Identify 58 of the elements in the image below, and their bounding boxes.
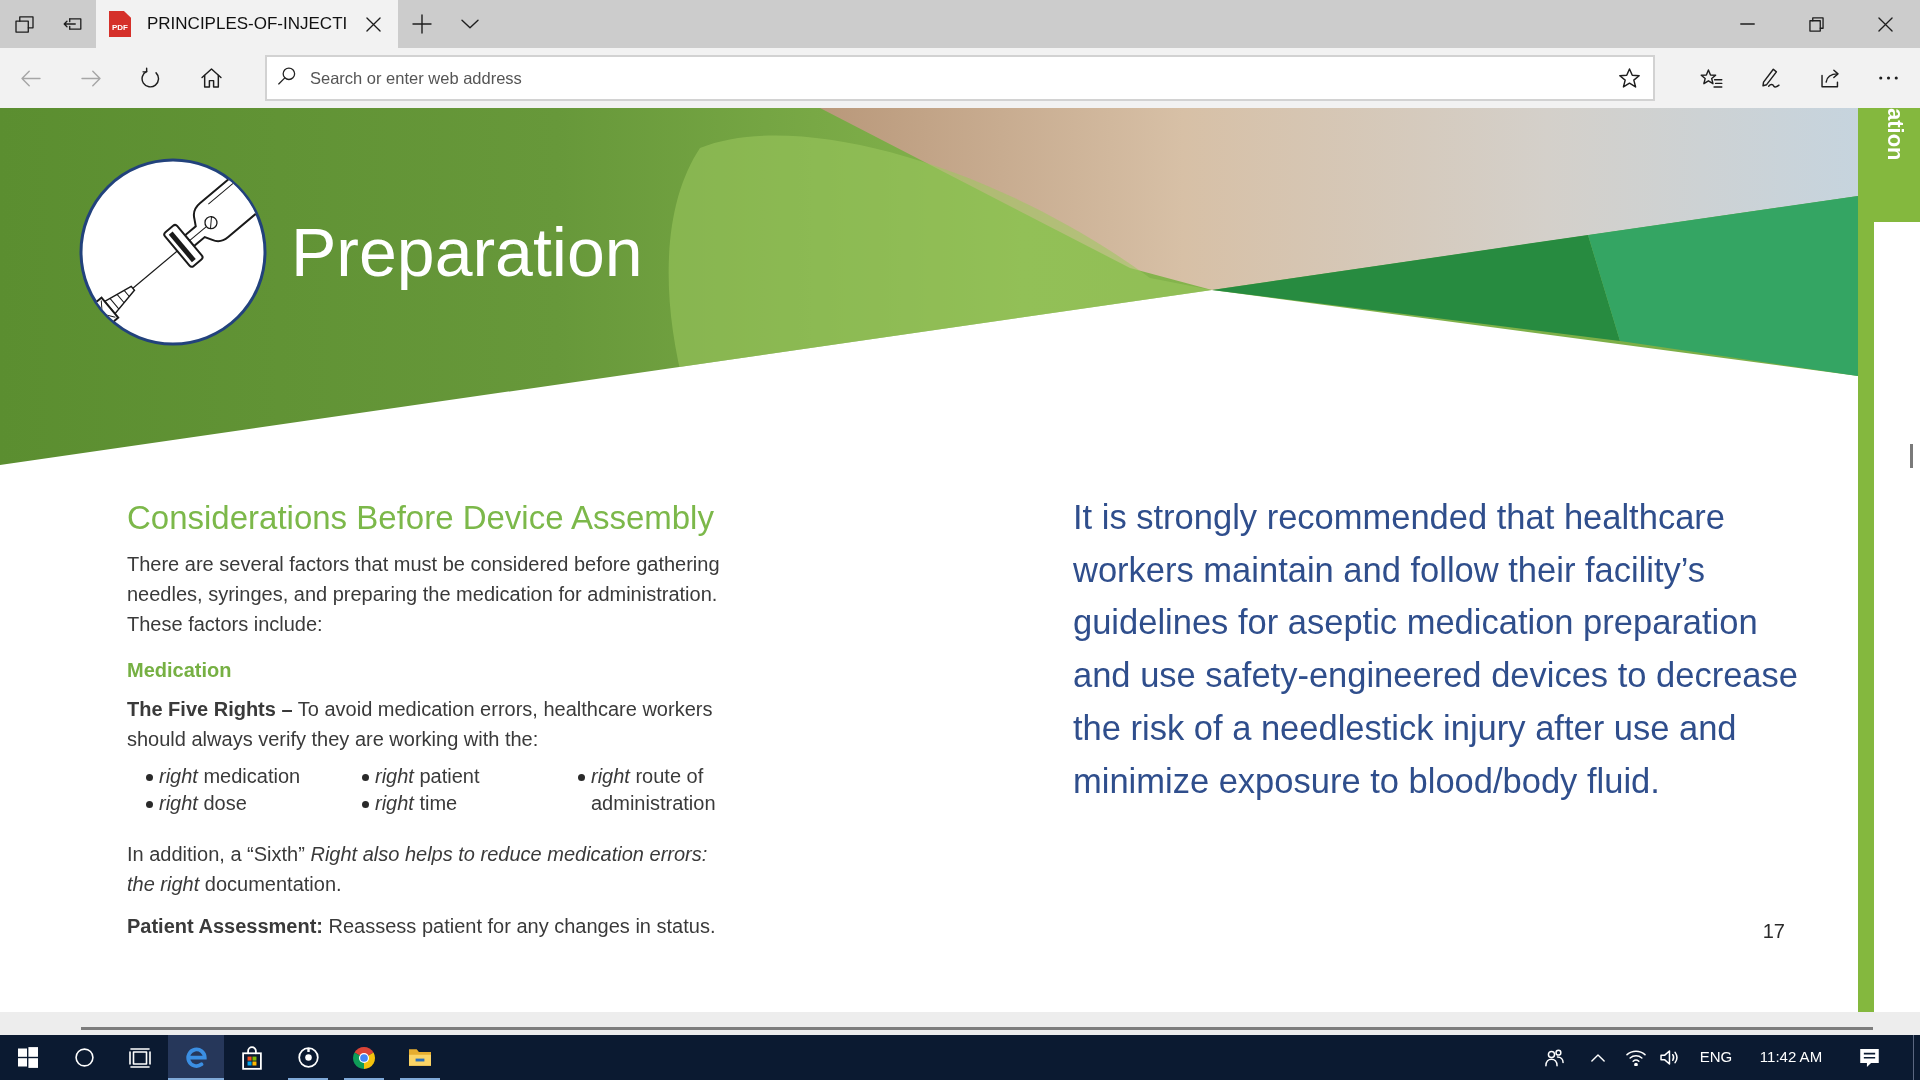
share-icon	[1820, 68, 1839, 88]
rights-list-item: right medication	[159, 764, 301, 789]
box-arrow-icon	[62, 18, 82, 30]
section-title: Preparation	[291, 214, 643, 290]
edge-app-button[interactable]	[168, 1035, 224, 1080]
rights-list-item: right dose	[159, 791, 247, 816]
bullet-icon	[362, 774, 369, 781]
minimize-icon	[1740, 23, 1755, 25]
clock[interactable]: 11:42 AM	[1745, 1035, 1837, 1080]
star-icon	[1618, 68, 1640, 88]
pdf-file-icon: PDF	[109, 11, 131, 37]
needle-vial-icon	[78, 157, 268, 347]
subsection-heading: Medication	[127, 658, 233, 683]
speaker-icon	[1660, 1050, 1678, 1065]
ring-icon	[74, 1048, 94, 1067]
horizontal-scrollbar[interactable]	[0, 1012, 1920, 1035]
rights-list-item: right time	[375, 791, 458, 816]
sixth-right-paragraph: In addition, a “Sixth” Right also helps to reduce medication errors: the right documentation.	[127, 842, 709, 897]
close-icon	[1878, 16, 1893, 32]
chevron-down-icon	[461, 19, 479, 29]
windows-stack-icon	[14, 15, 34, 33]
address-field[interactable]: Search or enter web address	[265, 55, 1655, 101]
tab-title: PRINCIPLES-OF-INJECTI	[147, 13, 348, 36]
shopping-bag-icon	[242, 1045, 262, 1070]
more-icon	[1879, 76, 1898, 80]
bullet-icon	[146, 801, 153, 808]
windows-logo-icon	[18, 1047, 38, 1068]
callout-quote: It is strongly recommended that healthcare workers maintain and follow their facility’s guidelines for aseptic medication preparation and use safety-engineered devices to decrease the risk of a needlestick injury after use and minimize exposure to blood/body fluid.	[1073, 497, 1799, 802]
notification-icon	[1859, 1048, 1879, 1067]
bullet-icon	[146, 774, 153, 781]
star-list-icon	[1700, 68, 1723, 88]
five-rights-paragraph: The Five Rights – To avoid medication errors, healthcare workers should always verify they are working with the:	[127, 697, 714, 752]
tricolor-circle-icon	[353, 1046, 375, 1069]
browser-tab[interactable]: PDF PRINCIPLES-OF-INJECTI	[96, 0, 398, 48]
section-heading: Considerations Before Device Assembly	[127, 499, 715, 537]
chevron-up-icon	[1591, 1053, 1605, 1062]
wifi-icon	[1626, 1049, 1646, 1066]
section-marker: ation	[1858, 108, 1920, 222]
scrollbar-thumb[interactable]	[81, 1027, 1873, 1030]
search-icon	[278, 67, 296, 85]
bullet-icon	[578, 774, 585, 781]
page-number: 17	[1762, 919, 1785, 945]
browser-logo-icon	[185, 1047, 207, 1068]
vertical-scroll-thumb[interactable]	[1910, 444, 1913, 468]
restore-icon	[1809, 16, 1824, 32]
assessment-paragraph: Patient Assessment: Reassess patient for any changes in status.	[127, 914, 717, 939]
folder-icon	[409, 1049, 431, 1066]
bullet-icon	[362, 801, 369, 808]
pen-icon	[1761, 68, 1780, 88]
rights-list-item: right route of administration	[591, 764, 717, 816]
rights-list-item: right patient	[375, 764, 480, 789]
intro-paragraph: There are several factors that must be considered before gathering needles, syringes, and preparing the medication for administration. These factors include:	[127, 552, 721, 637]
ring-dot-icon	[297, 1047, 319, 1068]
people-icon	[1544, 1048, 1564, 1067]
close-icon	[365, 16, 381, 32]
plus-icon	[412, 14, 432, 34]
task-view-icon	[129, 1047, 151, 1068]
language-indicator[interactable]: ENG	[1687, 1035, 1745, 1080]
